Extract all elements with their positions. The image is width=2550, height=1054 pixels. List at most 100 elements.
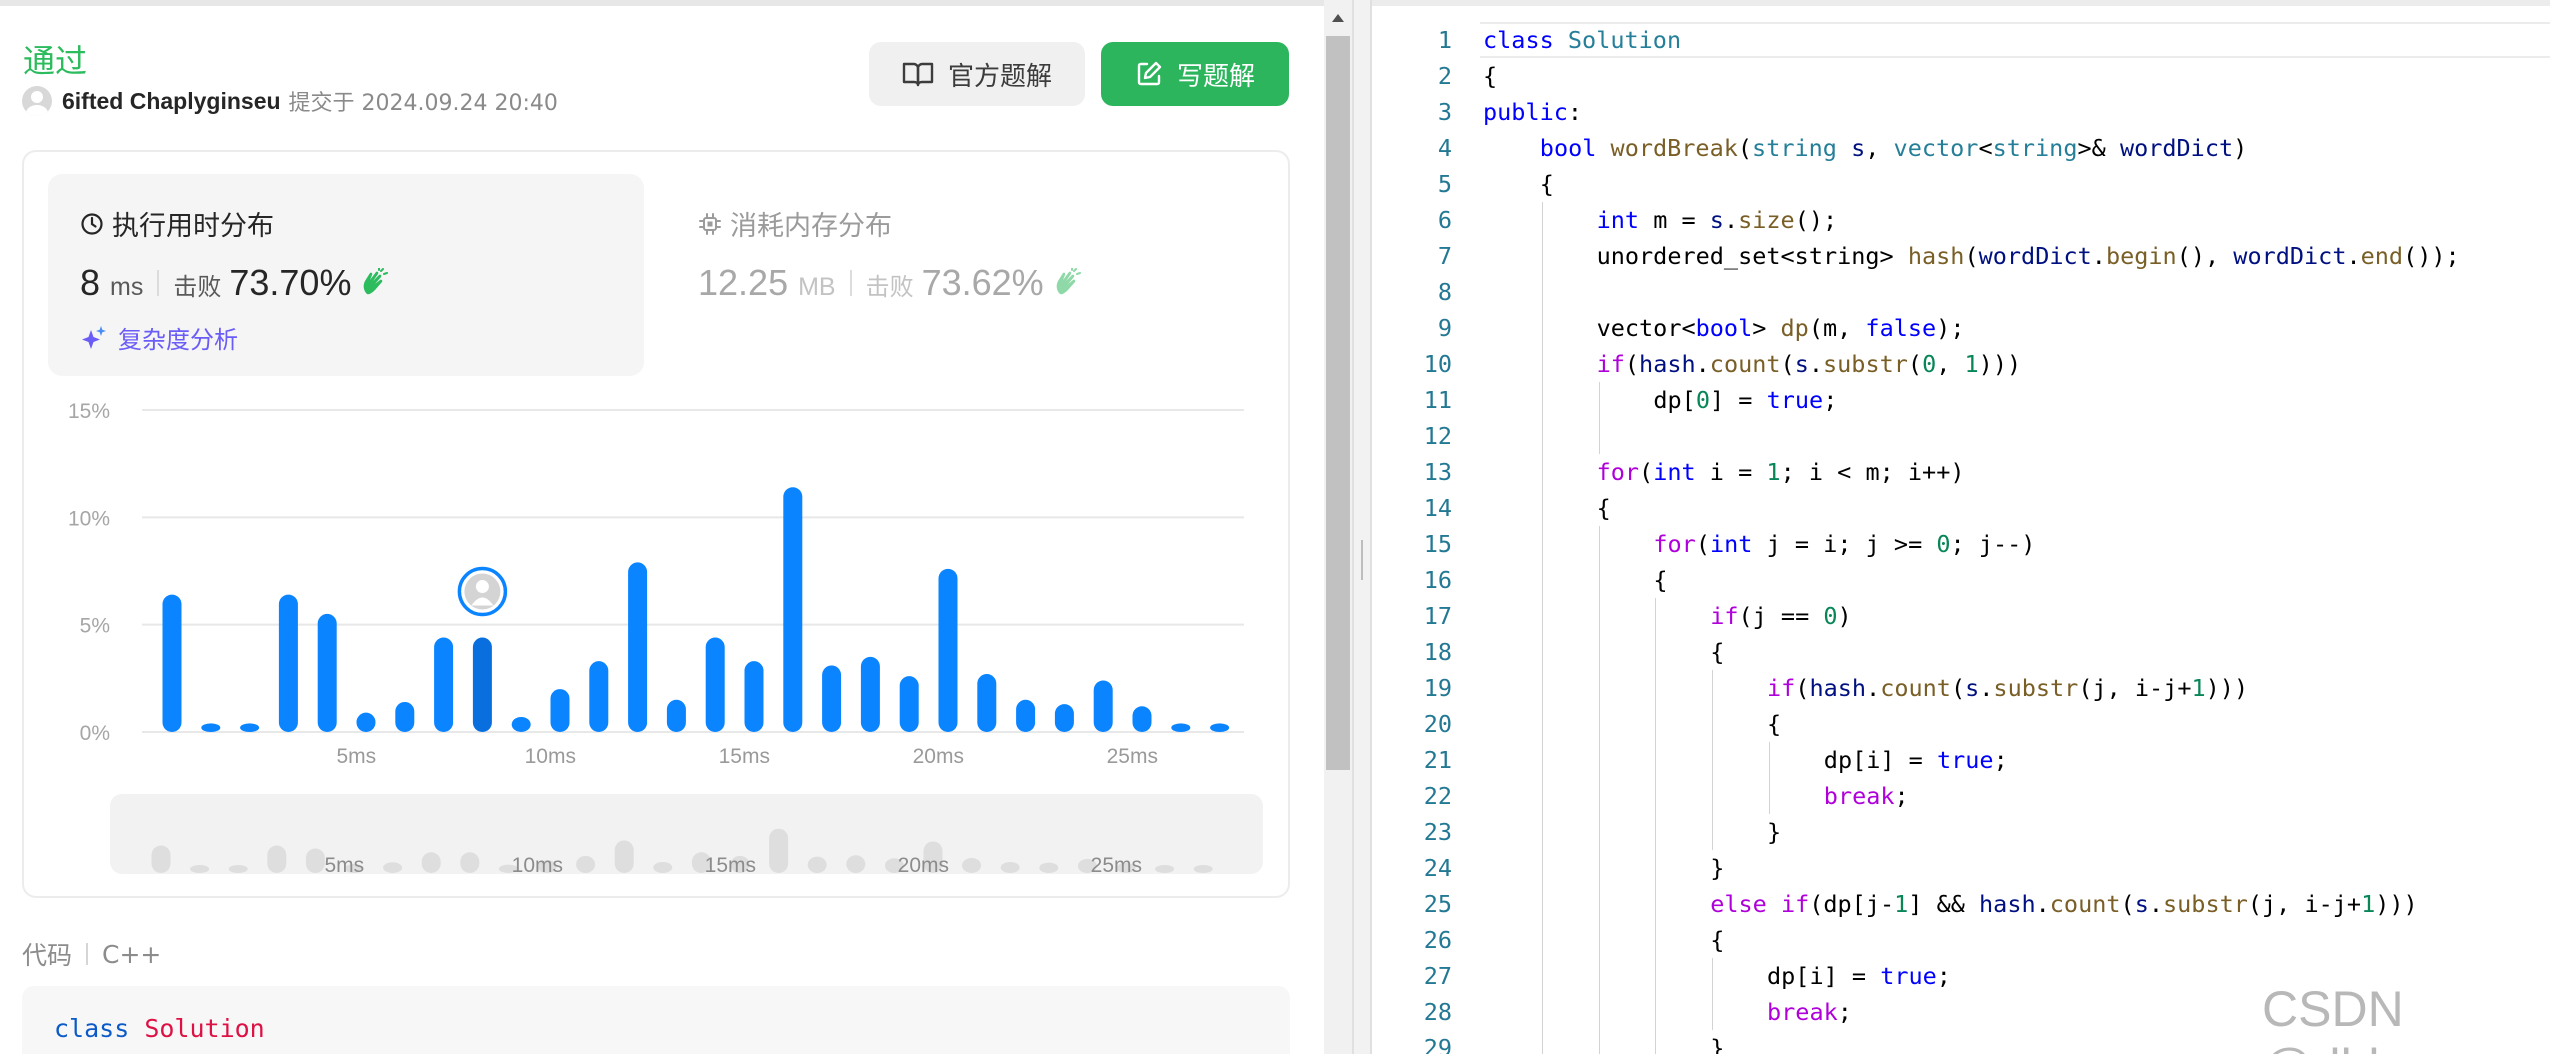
chart-bar[interactable]: [977, 674, 997, 732]
code-line[interactable]: 11 dp[0] = true;: [1372, 382, 2550, 418]
code-line[interactable]: 4 bool wordBreak(string s, vector<string>…: [1372, 130, 2550, 166]
code-token: 1: [2361, 890, 2376, 918]
chart-bar[interactable]: [705, 637, 725, 732]
code-token: hash: [1907, 242, 1965, 270]
left-scrollbar[interactable]: [1324, 0, 1352, 1054]
chart-bar[interactable]: [511, 716, 531, 732]
code-editor[interactable]: 1 class Solution 2{3 public: 4 bool wordBreak…: [1372, 0, 2550, 1054]
code-line[interactable]: 13 for(int i = 1; i < m; i++): [1372, 454, 2550, 490]
code-line[interactable]: 12: [1372, 418, 2550, 454]
code-line[interactable]: 8: [1372, 274, 2550, 310]
chart-bar[interactable]: [1016, 699, 1036, 732]
code-line[interactable]: 26 {: [1372, 922, 2550, 958]
code-line[interactable]: 19 if(hash.count(s.substr(j, i-j+1))): [1372, 670, 2550, 706]
code-line[interactable]: 23}: [1372, 814, 2550, 850]
chart-bar[interactable]: [938, 568, 958, 732]
code-line[interactable]: 6 int m = s.size();: [1372, 202, 2550, 238]
code-line[interactable]: 15 for(int j = i; j >= 0; j--): [1372, 526, 2550, 562]
line-number: 7: [1437, 242, 1452, 270]
code-line[interactable]: 14 {: [1372, 490, 2550, 526]
chart-bar[interactable]: [278, 594, 298, 732]
chart-bar[interactable]: [1210, 723, 1230, 732]
panel-resize-handle[interactable]: [1352, 0, 1372, 1054]
code-line[interactable]: 22 break;: [1372, 778, 2550, 814]
code-token: int: [1596, 206, 1640, 234]
code-line[interactable]: 20 {: [1372, 706, 2550, 742]
chart-bar[interactable]: [744, 661, 764, 732]
chart-bar[interactable]: [860, 656, 880, 732]
code-line[interactable]: 5{: [1372, 166, 2550, 202]
code-line[interactable]: 1 class Solution: [1372, 22, 2550, 58]
chart-bar[interactable]: [899, 676, 919, 732]
code-token: (: [2120, 890, 2135, 918]
chart-bar[interactable]: [822, 665, 842, 732]
code-label: 代码: [22, 941, 73, 970]
code-line[interactable]: 16 {: [1372, 562, 2550, 598]
overview-bar: [1193, 865, 1213, 873]
code-token: ());: [2403, 242, 2460, 270]
code-line[interactable]: 18 {: [1372, 634, 2550, 670]
code-token: .: [2346, 242, 2361, 270]
user-position-marker: [457, 566, 508, 617]
scroll-up-arrow-icon[interactable]: [1332, 14, 1344, 22]
chart-bar[interactable]: [395, 701, 415, 732]
chart-bar[interactable]: [472, 637, 492, 732]
line-number: 1: [1437, 26, 1452, 54]
chart-bar[interactable]: [550, 689, 570, 732]
code-token: >&: [2077, 134, 2120, 162]
chart-bar[interactable]: [1093, 680, 1113, 732]
x-tick-label: 10ms: [525, 745, 576, 768]
code-text: dp[0] = true;: [1653, 382, 1837, 418]
overview-bar: [421, 852, 441, 873]
code-text: if(hash.count(s.substr(j, i-j+1))): [1767, 670, 2248, 706]
line-number: 16: [1423, 566, 1452, 594]
code-token: if: [1780, 890, 1810, 918]
code-line[interactable]: 3 public:: [1372, 94, 2550, 130]
line-number: 10: [1423, 350, 1452, 378]
overview-bar: [305, 848, 325, 873]
code-line[interactable]: 9 vector<bool> dp(m, false);: [1372, 310, 2550, 346]
code-token: );: [1936, 314, 1965, 342]
code-text: {: [1767, 706, 1781, 742]
overview-bar: [614, 840, 634, 873]
chart-bar[interactable]: [628, 562, 648, 732]
overview-bar: [151, 845, 171, 873]
chart-bar[interactable]: [589, 661, 609, 732]
chart-bar[interactable]: [434, 637, 454, 732]
chart-bar[interactable]: [317, 613, 337, 732]
code-line[interactable]: 7 unordered_set<string> hash(wordDict.beg…: [1372, 238, 2550, 274]
code-token: true: [1766, 386, 1824, 414]
chart-bar[interactable]: [162, 594, 182, 732]
chart-bar[interactable]: [1132, 706, 1152, 732]
code-text: dp[i] = true;: [1824, 742, 2008, 778]
code-token: (: [1964, 242, 1979, 270]
runtime-distribution-chart[interactable]: 0% 5% 10% 15% 5ms 10ms 15ms 20ms 25ms 5ms 10ms 15ms…: [0, 0, 1324, 900]
code-line[interactable]: 2{: [1372, 58, 2550, 94]
x-tick-label: 5ms: [336, 745, 376, 768]
chart-bar[interactable]: [1171, 723, 1191, 732]
code-token: ,: [1865, 134, 1894, 162]
chart-bar[interactable]: [783, 487, 803, 732]
code-token: public: [1483, 98, 1568, 126]
code-line[interactable]: 25 else if(dp[j-1] && hash.count(s.substr…: [1372, 886, 2550, 922]
code-line[interactable]: 17 if(j == 0): [1372, 598, 2550, 634]
code-token: end: [2360, 242, 2404, 270]
code-text: break;: [1824, 778, 1909, 814]
line-number: 23: [1423, 818, 1452, 846]
chart-bar[interactable]: [240, 723, 260, 732]
scrollbar-thumb[interactable]: [1326, 36, 1350, 770]
chart-bar[interactable]: [356, 712, 376, 732]
separator: [86, 943, 89, 965]
code-token: if: [1596, 350, 1625, 378]
code-line[interactable]: 24}: [1372, 850, 2550, 886]
code-token: 1: [1766, 458, 1781, 486]
chart-bar[interactable]: [1054, 704, 1074, 732]
chart-bar[interactable]: [201, 723, 221, 732]
code-preview-line: class Solution: [54, 1014, 265, 1043]
code-token: (j ==: [1738, 602, 1824, 630]
code-line[interactable]: 21 dp[i] = true;: [1372, 742, 2550, 778]
code-line[interactable]: 10 if(hash.count(s.substr(0, 1))): [1372, 346, 2550, 382]
chart-bar[interactable]: [666, 699, 686, 732]
code-token: s: [1794, 350, 1809, 378]
code-token: size: [1738, 206, 1795, 234]
